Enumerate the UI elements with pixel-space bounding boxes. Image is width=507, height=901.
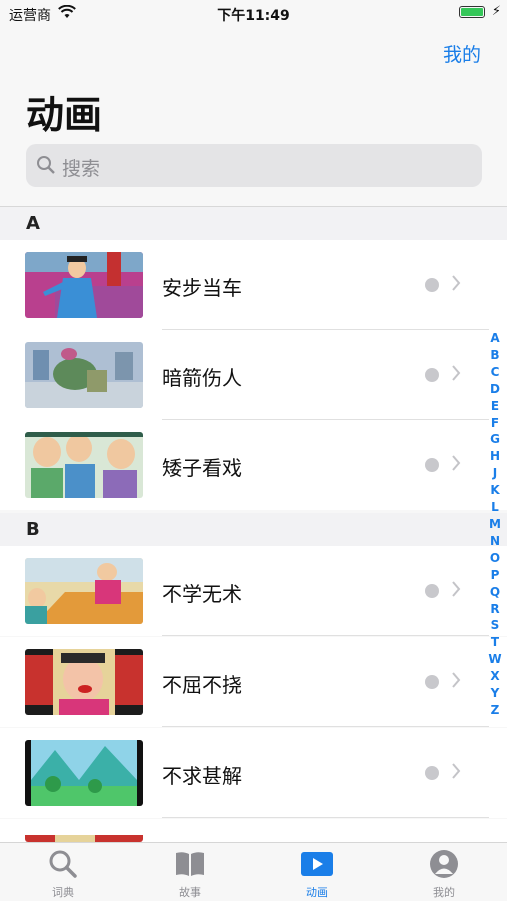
search-placeholder: 搜索 [62,158,101,180]
tab-label: 动画 [306,886,328,899]
page-title: 动画 [26,93,103,137]
index-letter-a[interactable]: A [487,330,503,347]
list-item[interactable]: 不学无术 [0,546,507,636]
status-dot [425,458,439,472]
tab-dictionary[interactable]: 词典 [0,843,126,901]
index-letter-e[interactable]: E [487,398,503,415]
index-letter-t[interactable]: T [487,634,503,651]
tab-mine[interactable]: 我的 [381,843,507,901]
index-letter-l[interactable]: L [487,499,503,516]
index-letter-z[interactable]: Z [487,702,503,719]
index-letter-d[interactable]: D [487,381,503,398]
item-title: 安步当车 [162,276,242,300]
list-item[interactable]: 不求甚解 [0,728,507,818]
index-letter-b[interactable]: B [487,347,503,364]
index-letter-p[interactable]: P [487,567,503,584]
cartoon-thumbnail [25,831,143,842]
index-letter-y[interactable]: Y [487,685,503,702]
index-letter-j[interactable]: J [487,465,503,482]
chevron-right-icon [452,763,461,779]
list-item[interactable]: 安步当车 [0,240,507,330]
cartoon-thumbnail [25,252,143,318]
index-letter-m[interactable]: M [487,516,503,533]
index-letter-f[interactable]: F [487,415,503,432]
mine-nav-button[interactable]: 我的 [443,40,481,67]
tab-stories[interactable]: 故事 [127,843,253,901]
search-icon [37,156,55,174]
section-letter: A [26,213,40,234]
search-icon [49,850,77,878]
index-letter-g[interactable]: G [487,431,503,448]
item-title: 暗箭伤人 [162,366,242,390]
status-bar: 运营商 下午11:49 ⚡ [0,0,507,28]
cartoon-thumbnail [25,740,143,806]
person-icon [430,850,458,878]
tab-bar: 词典 故事 动画 我的 [0,842,507,901]
row-divider [162,635,489,636]
cartoon-thumbnail [25,649,143,715]
status-dot [425,584,439,598]
status-dot [425,278,439,292]
section-header-a: A [0,207,507,240]
index-letter-c[interactable]: C [487,364,503,381]
list-item[interactable] [0,819,507,842]
index-letter-w[interactable]: W [487,651,503,668]
section-letter: B [26,519,40,540]
status-dot [425,675,439,689]
chevron-right-icon [452,455,461,471]
chevron-right-icon [452,365,461,381]
tab-animation[interactable]: 动画 [254,843,380,901]
cartoon-thumbnail [25,558,143,624]
item-title: 不学无术 [162,582,242,606]
tab-label: 故事 [179,886,201,899]
charging-icon: ⚡ [491,4,501,19]
index-letter-n[interactable]: N [487,533,503,550]
item-title: 矮子看戏 [162,456,242,480]
battery-icon [459,6,485,18]
index-letter-s[interactable]: S [487,617,503,634]
index-letter-x[interactable]: X [487,668,503,685]
tab-label: 我的 [433,886,455,899]
index-letter-h[interactable]: H [487,448,503,465]
tab-label: 词典 [52,886,74,899]
list-item[interactable]: 不屈不挠 [0,637,507,727]
row-divider [162,817,489,818]
index-letter-k[interactable]: K [487,482,503,499]
chevron-right-icon [452,581,461,597]
cartoon-thumbnail [25,342,143,408]
list-item[interactable]: 暗箭伤人 [0,330,507,420]
index-letter-r[interactable]: R [487,601,503,618]
chevron-right-icon [452,275,461,291]
index-letter-q[interactable]: Q [487,584,503,601]
index-letter-o[interactable]: O [487,550,503,567]
section-index-bar[interactable]: ABCDEFGHJKLMNOPQRSTWXYZ [487,330,503,719]
book-icon [176,852,204,876]
row-divider [162,726,489,727]
list-item[interactable]: 矮子看戏 [0,420,507,510]
item-title: 不求甚解 [162,764,242,788]
cartoon-thumbnail [25,432,143,498]
status-dot [425,368,439,382]
item-title: 不屈不挠 [162,673,242,697]
search-input[interactable]: 搜索 [26,144,482,187]
status-time: 下午11:49 [217,8,290,24]
status-dot [425,766,439,780]
chevron-right-icon [452,672,461,688]
section-header-b: B [0,513,507,546]
play-icon [301,852,333,876]
